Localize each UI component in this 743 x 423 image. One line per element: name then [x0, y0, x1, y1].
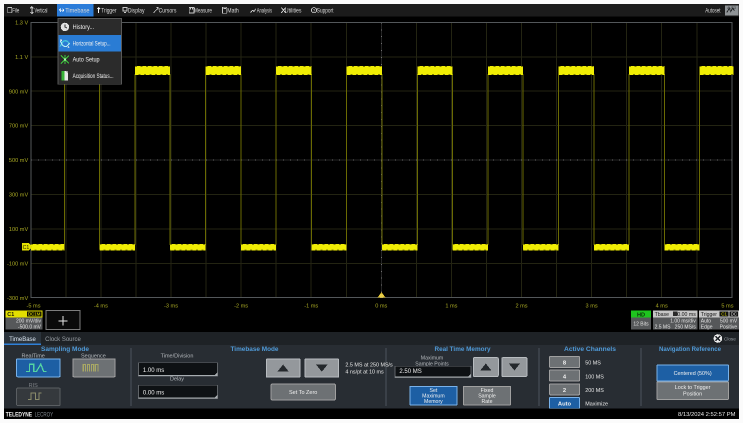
svg-text:0.00 ms: 0.00 ms: [143, 390, 164, 396]
svg-text:Memory: Memory: [424, 399, 443, 405]
svg-text:2.5 MS: 2.5 MS: [655, 325, 672, 331]
svg-text:Display: Display: [128, 8, 145, 15]
svg-text:1.00 ms: 1.00 ms: [143, 368, 164, 374]
svg-text:1.1 V: 1.1 V: [15, 55, 28, 61]
svg-text:700 mV: 700 mV: [9, 124, 29, 130]
svg-text:Edge: Edge: [701, 325, 713, 331]
svg-text:4 ms: 4 ms: [656, 303, 668, 309]
svg-text:Vertical: Vertical: [35, 8, 48, 15]
svg-text:2.5 MS at 250 MS/s: 2.5 MS at 250 MS/s: [345, 362, 393, 368]
svg-text:Auto: Auto: [558, 402, 572, 408]
svg-text:-500.0 mV: -500.0 mV: [18, 325, 42, 331]
svg-text:Measure: Measure: [194, 8, 212, 15]
svg-text:Horizontal Setup...: Horizontal Setup...: [73, 41, 111, 47]
svg-text:Sampling Mode: Sampling Mode: [41, 346, 90, 353]
svg-text:Utilities: Utilities: [285, 8, 302, 15]
svg-text:0 ms: 0 ms: [375, 303, 387, 309]
svg-text:250 MS/s: 250 MS/s: [675, 325, 697, 331]
svg-text:DC1M: DC1M: [28, 312, 41, 317]
svg-text:Lock to Trigger: Lock to Trigger: [675, 385, 711, 391]
svg-text:-100 mV: -100 mV: [7, 261, 28, 267]
svg-text:3 ms: 3 ms: [586, 303, 598, 309]
svg-text:C1: C1: [7, 312, 14, 318]
svg-text:Real Time Memory: Real Time Memory: [435, 346, 492, 353]
svg-text:Rate: Rate: [482, 399, 493, 405]
svg-text:Cursors: Cursors: [159, 8, 177, 15]
svg-text:5 ms: 5 ms: [721, 303, 733, 309]
svg-text:1.3 V: 1.3 V: [15, 21, 28, 27]
svg-text:C1: C1: [23, 245, 30, 251]
svg-text:12 Bits: 12 Bits: [633, 322, 649, 328]
svg-text:Auto Setup: Auto Setup: [73, 58, 101, 64]
svg-text:DC: DC: [731, 312, 737, 317]
svg-text:900 mV: 900 mV: [9, 89, 29, 95]
svg-text:LECROY: LECROY: [35, 411, 54, 418]
svg-text:-5 ms: -5 ms: [27, 303, 41, 309]
svg-text:?: ?: [313, 8, 316, 13]
svg-text:Trigger: Trigger: [701, 312, 718, 318]
svg-text:200 MS: 200 MS: [585, 388, 604, 394]
svg-text:Delay: Delay: [170, 376, 184, 382]
svg-text:-1 ms: -1 ms: [304, 303, 318, 309]
svg-text:0.00 ms: 0.00 ms: [677, 312, 696, 318]
svg-text:-300 mV: -300 mV: [7, 296, 28, 302]
svg-text:Close: Close: [724, 337, 736, 342]
svg-text:Analysis: Analysis: [257, 8, 272, 15]
svg-text:Acquisition Status...: Acquisition Status...: [73, 74, 114, 80]
svg-text:Time/Division: Time/Division: [161, 354, 194, 360]
svg-text:Maximize: Maximize: [585, 402, 608, 408]
svg-text:100 MS: 100 MS: [585, 374, 604, 380]
svg-text:TimeBase: TimeBase: [9, 337, 36, 343]
svg-text:50 MS: 50 MS: [585, 361, 601, 367]
svg-text:100 mV: 100 mV: [9, 227, 29, 233]
svg-text:History...: History...: [73, 25, 95, 31]
svg-text:500 mV: 500 mV: [9, 158, 29, 164]
svg-text:1 ms: 1 ms: [445, 303, 457, 309]
svg-text:Math: Math: [227, 8, 239, 15]
svg-text:2: 2: [563, 388, 566, 394]
svg-text:4 ns/pt at 10 ms: 4 ns/pt at 10 ms: [345, 369, 384, 375]
svg-text:C1: C1: [721, 312, 727, 317]
svg-text:8/13/2024 2:52:57 PM: 8/13/2024 2:52:57 PM: [678, 412, 736, 418]
svg-text:-4 ms: -4 ms: [94, 303, 108, 309]
svg-text:Autoset: Autoset: [705, 8, 720, 15]
svg-text:Trigger: Trigger: [101, 8, 117, 15]
svg-text:2.50 MS: 2.50 MS: [399, 369, 421, 375]
svg-text:Set To Zero: Set To Zero: [289, 390, 317, 396]
svg-text:Navigation Reference: Navigation Reference: [659, 346, 722, 353]
svg-text:Positive: Positive: [720, 325, 738, 331]
svg-text:Position: Position: [683, 392, 702, 398]
svg-text:File: File: [12, 8, 19, 15]
svg-text:2 ms: 2 ms: [515, 303, 527, 309]
svg-text:Tbase: Tbase: [655, 312, 670, 318]
svg-text:Active Channels: Active Channels: [564, 346, 617, 353]
svg-text:TELEDYNE: TELEDYNE: [6, 411, 32, 418]
svg-text:-2 ms: -2 ms: [234, 303, 248, 309]
svg-text:Timebase Mode: Timebase Mode: [231, 346, 280, 353]
svg-text:Clock Source: Clock Source: [45, 337, 81, 343]
svg-text:Timebase: Timebase: [65, 8, 90, 15]
svg-text:Centered (50%): Centered (50%): [674, 371, 712, 377]
svg-text:300 mV: 300 mV: [9, 193, 29, 199]
svg-text:AUTO: AUTO: [727, 6, 736, 10]
svg-text:-3 ms: -3 ms: [164, 303, 178, 309]
svg-text:Support: Support: [317, 8, 334, 15]
